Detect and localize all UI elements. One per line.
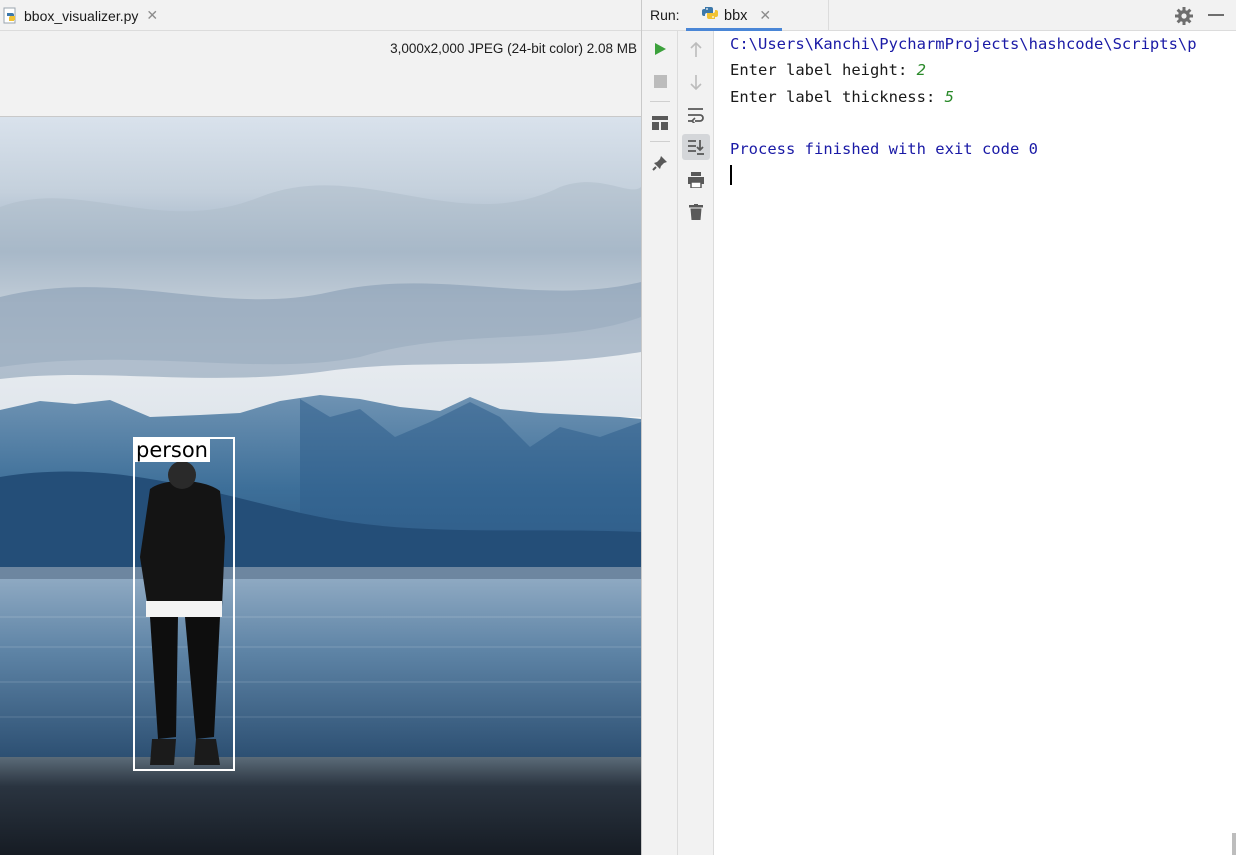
soft-wrap-icon — [688, 108, 704, 123]
text-caret — [730, 165, 732, 185]
up-arrow-icon — [690, 42, 702, 57]
scroll-to-end-button[interactable] — [682, 134, 710, 160]
console-prompt-thickness: Enter label thickness: 5 — [730, 86, 954, 108]
scrollbar-thumb[interactable] — [1232, 833, 1236, 855]
previous-occurrence-button[interactable] — [682, 37, 710, 63]
editor-tab-bar: bbox_visualizer.py ✕ — [0, 0, 641, 31]
toolbar-separator — [650, 141, 670, 142]
console-path-line: C:\Users\Kanchi\PycharmProjects\hashcode… — [730, 35, 1197, 53]
stop-icon — [653, 74, 667, 88]
soft-wrap-button[interactable] — [682, 102, 710, 128]
python-file-icon — [2, 7, 20, 25]
layout-button[interactable] — [646, 110, 674, 136]
close-tab-icon[interactable]: ✕ — [146, 8, 158, 24]
image-info-text: 3,000x2,000 JPEG (24-bit color) 2.08 MB — [390, 41, 637, 56]
run-tab-label: bbx — [724, 7, 748, 24]
rerun-icon — [655, 43, 666, 55]
print-button[interactable] — [682, 167, 710, 193]
console-process-finished: Process finished with exit code 0 — [730, 140, 1038, 158]
input-height-value: 2 — [916, 61, 926, 79]
console-scrollbar[interactable] — [1232, 31, 1236, 855]
run-toolbar-right — [678, 31, 714, 855]
bounding-box — [133, 437, 235, 771]
console-output[interactable]: C:\Users\Kanchi\PycharmProjects\hashcode… — [714, 31, 1232, 855]
toolbar-separator — [650, 101, 670, 102]
bounding-box-label: person — [134, 438, 210, 462]
layout-icon — [652, 116, 668, 130]
trash-icon — [689, 204, 703, 220]
tab-separator — [828, 0, 829, 31]
python-icon — [701, 4, 719, 27]
gear-icon[interactable] — [1174, 6, 1194, 26]
input-thickness-value: 5 — [944, 88, 954, 106]
run-title: Run: — [650, 7, 680, 23]
run-header: Run: bbx ✕ — [642, 0, 1236, 31]
rerun-button[interactable] — [646, 36, 674, 62]
clear-all-button[interactable] — [682, 199, 710, 225]
close-run-tab-icon[interactable]: ✕ — [759, 8, 771, 24]
pin-button[interactable] — [646, 150, 674, 176]
scroll-to-end-icon — [688, 140, 704, 155]
image-info-bar: 3,000x2,000 JPEG (24-bit color) 2.08 MB — [0, 31, 641, 117]
console-prompt-height: Enter label height: 2 — [730, 59, 926, 81]
prompt-height-text: Enter label height: — [730, 61, 917, 79]
image-preview: person — [0, 117, 641, 855]
next-occurrence-button[interactable] — [682, 69, 710, 95]
prompt-thickness-text: Enter label thickness: — [730, 88, 945, 106]
run-tab-bbx[interactable]: bbx ✕ — [686, 0, 828, 31]
minimize-icon[interactable] — [1208, 14, 1224, 16]
image-editor-pane: bbox_visualizer.py ✕ 3,000x2,000 JPEG (2… — [0, 0, 641, 855]
lake-photo — [0, 117, 641, 855]
down-arrow-icon — [690, 75, 702, 90]
editor-tab-bbox-visualizer[interactable]: bbox_visualizer.py ✕ — [0, 0, 164, 31]
run-toolbar-left — [642, 31, 678, 855]
editor-tab-label: bbox_visualizer.py — [24, 7, 139, 24]
run-tool-window: Run: bbx ✕ C:\Users\Kanchi\PycharmProjec… — [642, 0, 1236, 855]
stop-button[interactable] — [646, 68, 674, 94]
print-icon — [688, 172, 704, 188]
pin-icon — [652, 156, 667, 171]
